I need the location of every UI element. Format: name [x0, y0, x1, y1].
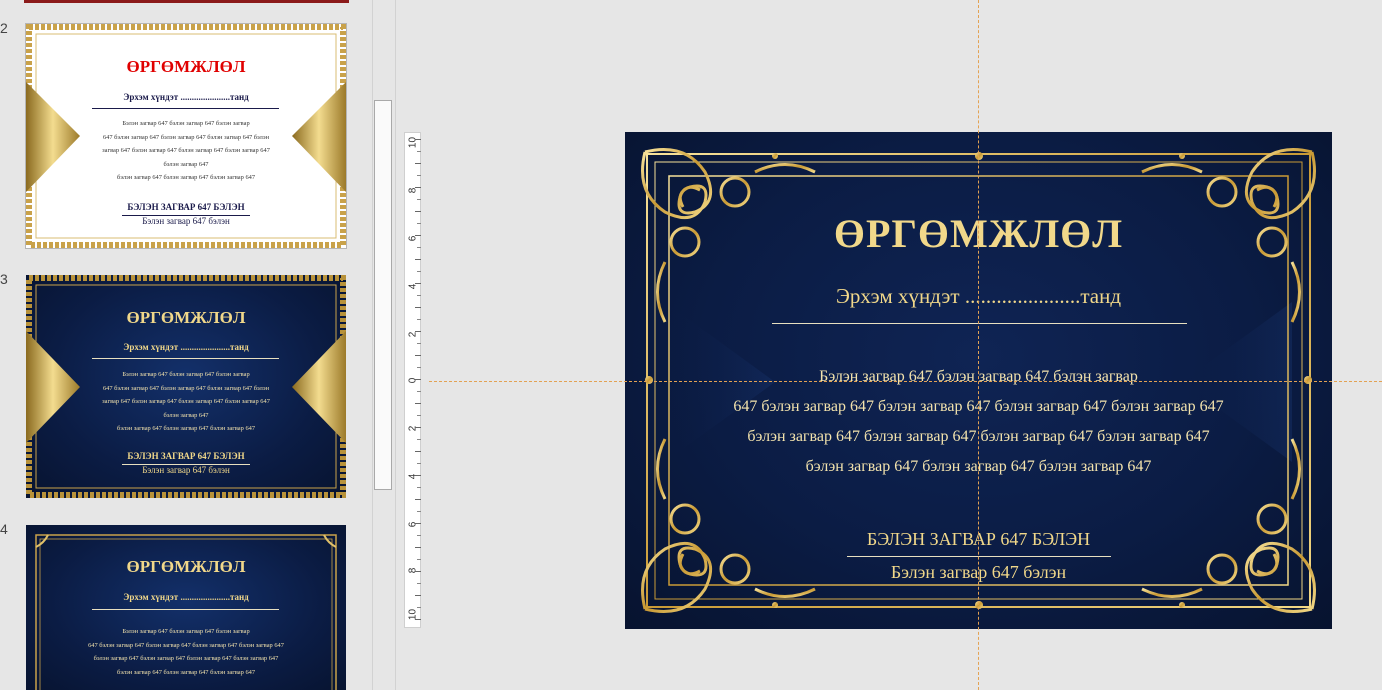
ruler-tick — [415, 307, 421, 308]
ruler-tick — [415, 571, 421, 572]
thumbnail-subtitle: БЭЛЭН ЗАГВАР 647 БЭЛЭН — [127, 202, 245, 212]
thumbnail-body-line: загвар 647 бэлэн загвар 647 бэлэн загвар… — [102, 398, 270, 405]
ruler-label: 6 — [407, 521, 419, 528]
ruler-tick — [415, 211, 421, 212]
thumbnail-body-line: бэлэн загвар 647 бэлэн загвар 647 бэлэн … — [93, 655, 279, 662]
ruler-tick — [415, 187, 421, 188]
ruler-tick — [417, 583, 421, 584]
thumbnail-body-line: 647 бэлэн загвар 647 бэлэн загвар 647 бэ… — [102, 133, 270, 141]
ruler-tick — [417, 175, 421, 176]
thumbnail-body-line: Бэлэн загвар 647 бэлэн загвар 647 бэлэн … — [122, 628, 250, 635]
thumbnail-body: Бэлэн загвар 647 бэлэн загвар 647 бэлэн … — [76, 368, 296, 436]
ruler-tick — [415, 235, 421, 236]
thumbnail-body-line: бэлэн загвар 647 — [163, 411, 209, 419]
thumbnail-body-line: 647 бэлэн загвар 647 бэлэн загвар 647 бэ… — [102, 384, 270, 392]
thumbnail-divider — [92, 108, 279, 109]
thumbnail-divider — [92, 609, 279, 610]
ruler-tick — [415, 427, 421, 428]
slide-thumbnail-pane: 2 ӨРГӨМЖЛӨЛ Эрхэм хүндэт ...............… — [0, 0, 372, 690]
thumbnail-greeting: Эрхэм хүндэт ......................танд — [123, 92, 249, 102]
vertical-guide[interactable] — [978, 0, 979, 690]
slide-editor-area[interactable]: 10 8 6 4 2 0 2 4 6 8 10 ӨРГӨМЖЛӨЛ Эрхэм … — [397, 0, 1382, 690]
scrollbar-thumb[interactable] — [374, 100, 392, 490]
ruler-tick — [417, 223, 421, 224]
thumbnail-body-line: бэлэн загвар 647 — [163, 160, 209, 168]
ruler-label: 0 — [407, 377, 419, 384]
thumbnail-body-line: загвар 647 бэлэн загвар 647 бэлэн загвар… — [102, 147, 270, 154]
vertical-ruler[interactable]: 10 8 6 4 2 0 2 4 6 8 10 — [404, 132, 421, 628]
ruler-tick — [415, 403, 421, 404]
ruler-tick — [417, 343, 421, 344]
slide-thumbnail-3[interactable]: ӨРГӨМЖЛӨЛ Эрхэм хүндэт .................… — [26, 275, 346, 498]
thumbnail-body-line: Бэлэн загвар 647 бэлэн загвар 647 бэлэн … — [122, 371, 250, 378]
ruler-tick — [417, 151, 421, 152]
subtitle-divider — [847, 556, 1111, 557]
ruler-tick — [415, 499, 421, 500]
slide-thumbnail-4[interactable]: ӨРГӨМЖЛӨЛ Эрхэм хүндэт .................… — [26, 525, 346, 690]
thumbnail-scrollbar[interactable] — [372, 0, 396, 690]
thumbnail-signature: Бэлэн загвар 647 бэлэн — [142, 465, 230, 475]
ruler-tick — [417, 199, 421, 200]
ruler-tick — [417, 511, 421, 512]
thumbnail-title: ӨРГӨМЖЛӨЛ — [126, 57, 246, 76]
ruler-tick — [417, 391, 421, 392]
thumbnail-body: Бэлэн загвар 647 бэлэн загвар 647 бэлэн … — [56, 625, 316, 679]
thumbnail-body-line: Бэлэн загвар 647 бэлэн загвар 647 бэлэн … — [122, 120, 250, 127]
ruler-tick — [417, 487, 421, 488]
ruler-label: 4 — [407, 473, 419, 480]
thumbnail-body-line: бэлэн загвар 647 бэлэн загвар 647 бэлэн … — [116, 174, 256, 181]
horizontal-guide[interactable] — [429, 381, 1382, 382]
thumbnail-body-line: бэлэн загвар 647 бэлэн загвар 647 бэлэн … — [116, 425, 256, 432]
thumbnail-body-line: бэлэн загвар 647 бэлэн загвар 647 бэлэн … — [116, 668, 256, 676]
previous-slide-edge[interactable] — [24, 0, 349, 3]
slide-number-2: 2 — [0, 20, 8, 36]
greeting-divider — [772, 323, 1187, 324]
ruler-tick — [415, 283, 421, 284]
presentation-editor: 2 ӨРГӨМЖЛӨЛ Эрхэм хүндэт ...............… — [0, 0, 1382, 690]
ruler-tick — [417, 463, 421, 464]
ruler-tick — [415, 259, 421, 260]
ruler-label: 2 — [407, 425, 419, 432]
ruler-tick — [417, 271, 421, 272]
ruler-tick — [415, 523, 421, 524]
ruler-tick — [415, 595, 421, 596]
thumbnail-body: Бэлэн загвар 647 бэлэн загвар 647 бэлэн … — [76, 117, 296, 185]
thumbnail-signature: Бэлэн загвар 647 бэлэн — [142, 216, 230, 226]
thumbnail-subtitle: БЭЛЭН ЗАГВАР 647 БЭЛЭН — [127, 451, 245, 461]
thumbnail-title: ӨРГӨМЖЛӨЛ — [126, 308, 246, 327]
ruler-tick — [417, 415, 421, 416]
ruler-tick — [417, 439, 421, 440]
ruler-tick — [415, 139, 421, 140]
ruler-tick — [415, 355, 421, 356]
thumbnail-greeting: Эрхэм хүндэт ......................танд — [123, 342, 249, 352]
ruler-tick — [415, 331, 421, 332]
ruler-tick — [417, 559, 421, 560]
thumbnail-title: ӨРГӨМЖЛӨЛ — [126, 557, 246, 576]
thumbnail-divider — [92, 358, 279, 359]
ruler-tick — [415, 163, 421, 164]
ruler-tick — [417, 295, 421, 296]
thumbnail-greeting: Эрхэм хүндэт ......................танд — [123, 592, 249, 602]
ruler-tick — [415, 379, 421, 380]
ruler-tick — [415, 619, 421, 620]
slide-number-4: 4 — [0, 521, 8, 537]
slide-thumbnail-2[interactable]: ӨРГӨМЖЛӨЛ Эрхэм хүндэт .................… — [25, 23, 347, 249]
ruler-tick — [417, 247, 421, 248]
ruler-tick — [417, 367, 421, 368]
ruler-tick — [415, 547, 421, 548]
ruler-tick — [415, 451, 421, 452]
thumbnail-body-line: 647 бэлэн загвар 647 бэлэн загвар 647 бэ… — [88, 641, 284, 649]
slide-number-3: 3 — [0, 271, 8, 287]
ruler-tick — [417, 535, 421, 536]
ruler-tick — [417, 319, 421, 320]
ruler-tick — [415, 475, 421, 476]
ruler-tick — [417, 607, 421, 608]
